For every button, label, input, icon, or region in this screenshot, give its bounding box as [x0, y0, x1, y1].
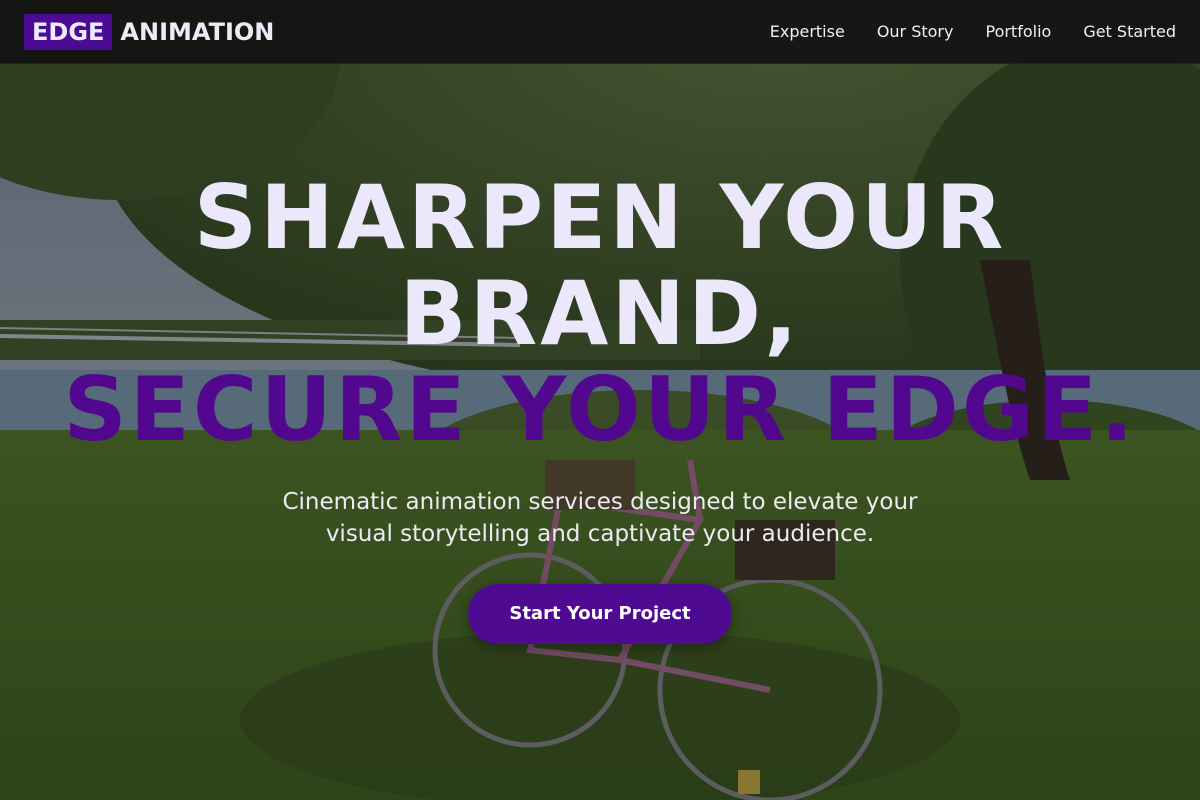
nav-links: Expertise Our Story Portfolio Get Starte…	[770, 22, 1176, 41]
nav-link-expertise[interactable]: Expertise	[770, 22, 845, 41]
hero-section: SHARPEN YOUR BRAND, SECURE YOUR EDGE. Ci…	[0, 64, 1200, 800]
logo-text: ANIMATION	[120, 17, 275, 46]
nav-link-our-story[interactable]: Our Story	[877, 22, 954, 41]
logo-box: EDGE	[24, 13, 113, 50]
nav-link-portfolio[interactable]: Portfolio	[985, 22, 1051, 41]
hero-headline: SHARPEN YOUR BRAND, SECURE YOUR EDGE.	[0, 170, 1200, 458]
headline-line-1: SHARPEN YOUR	[193, 166, 1007, 269]
brand-logo[interactable]: EDGE ANIMATION	[24, 13, 275, 50]
landing-page: EDGE ANIMATION Expertise Our Story Portf…	[0, 0, 1200, 800]
hero-subtitle: Cinematic animation services designed to…	[282, 489, 918, 547]
nav-link-get-started[interactable]: Get Started	[1083, 22, 1176, 41]
headline-line-2: BRAND,	[399, 262, 801, 365]
top-navbar: EDGE ANIMATION Expertise Our Story Portf…	[0, 0, 1200, 64]
headline-line-3: SECURE YOUR EDGE.	[63, 358, 1137, 461]
start-project-button[interactable]: Start Your Project	[468, 584, 732, 644]
